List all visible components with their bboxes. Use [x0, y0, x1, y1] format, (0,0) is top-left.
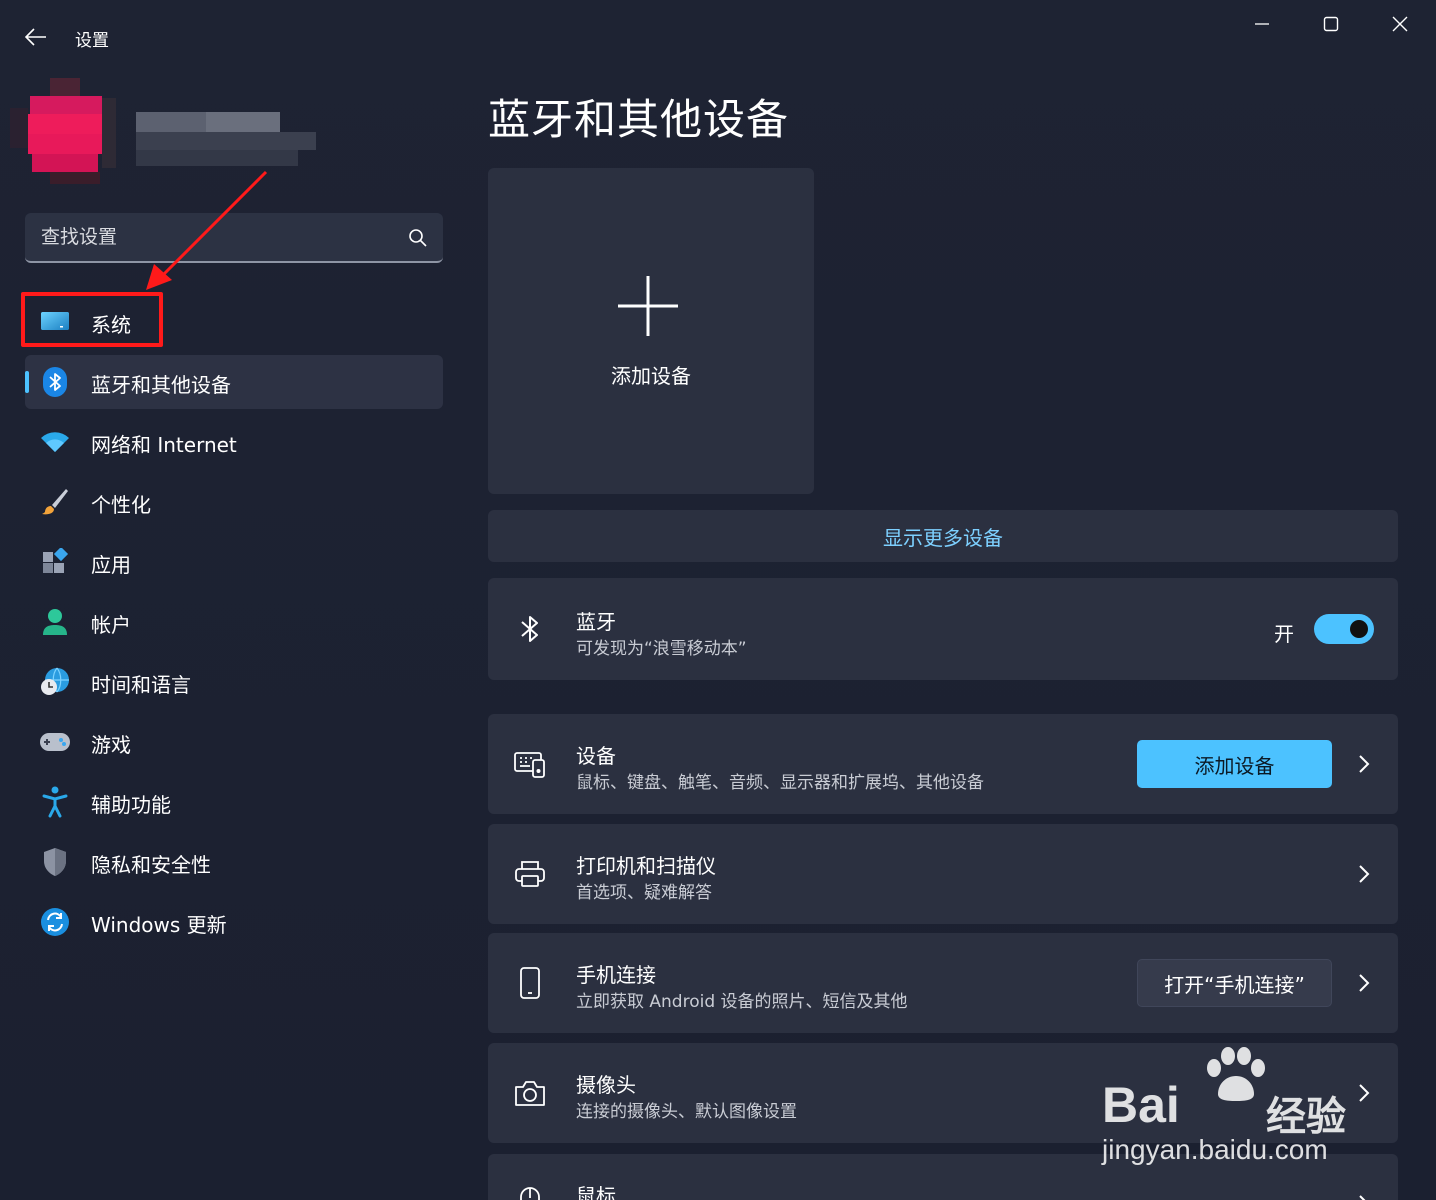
sidebar-item-time-language[interactable]: 时间和语言 — [25, 655, 443, 709]
sidebar-nav: 系统 蓝牙和其他设备 网络和 Internet 个性化 应用 帐户 时间和语言 … — [25, 295, 443, 955]
bluetooth-icon — [39, 367, 71, 397]
gamepad-icon — [39, 727, 71, 757]
bluetooth-title: 蓝牙 — [576, 610, 616, 634]
sidebar-item-privacy[interactable]: 隐私和安全性 — [25, 835, 443, 889]
add-device-button[interactable]: 添加设备 — [1137, 740, 1332, 788]
annotation-arrow — [146, 170, 268, 290]
shield-icon — [39, 847, 71, 877]
show-more-devices-button[interactable]: 显示更多设备 — [488, 510, 1398, 562]
sidebar-item-apps[interactable]: 应用 — [25, 535, 443, 589]
sidebar-item-label: 辅助功能 — [91, 793, 171, 817]
phone-icon — [512, 965, 548, 1001]
sidebar-item-label: 时间和语言 — [91, 673, 191, 697]
sidebar-item-accounts[interactable]: 帐户 — [25, 595, 443, 649]
chevron-right-icon — [1359, 755, 1370, 773]
wifi-icon — [39, 427, 71, 457]
sidebar-item-label: 应用 — [91, 553, 131, 577]
chevron-right-icon — [1359, 974, 1370, 992]
add-device-tile[interactable]: 添加设备 — [488, 168, 814, 494]
globe-clock-icon — [39, 667, 71, 697]
selection-indicator — [25, 371, 29, 393]
minimize-icon — [1255, 23, 1269, 25]
person-icon — [39, 607, 71, 637]
add-device-label: 添加设备 — [611, 364, 691, 388]
settings-window: 设置 系统 — [0, 0, 1436, 1200]
toggle-knob — [1350, 620, 1368, 638]
printers-card[interactable]: 打印机和扫描仪 首选项、疑难解答 — [488, 824, 1398, 924]
devices-title: 设备 — [576, 744, 616, 768]
camera-icon — [512, 1075, 548, 1111]
printers-title: 打印机和扫描仪 — [576, 854, 716, 878]
maximize-icon — [1323, 16, 1339, 32]
open-phone-link-button[interactable]: 打开“手机连接” — [1137, 959, 1332, 1007]
sidebar-item-bluetooth[interactable]: 蓝牙和其他设备 — [25, 355, 443, 409]
devices-subtitle: 鼠标、键盘、触笔、音频、显示器和扩展坞、其他设备 — [576, 773, 984, 793]
phone-link-card[interactable]: 手机连接 立即获取 Android 设备的照片、短信及其他 打开“手机连接” — [488, 933, 1398, 1033]
devices-icon — [512, 746, 548, 782]
sidebar-item-accessibility[interactable]: 辅助功能 — [25, 775, 443, 829]
toggle-state-label: 开 — [1274, 622, 1294, 646]
mouse-title: 鼠标 — [576, 1184, 616, 1200]
sidebar-item-network[interactable]: 网络和 Internet — [25, 415, 443, 469]
title-bar: 设置 — [0, 0, 1436, 72]
avatar[interactable] — [10, 78, 120, 186]
minimize-button[interactable] — [1232, 8, 1292, 40]
mouse-icon — [512, 1184, 548, 1200]
watermark-brand: Bai — [1102, 1077, 1180, 1133]
apps-icon — [39, 547, 71, 577]
sidebar-item-label: 蓝牙和其他设备 — [91, 373, 231, 397]
back-button[interactable] — [18, 22, 54, 52]
paw-logo-icon — [1207, 1047, 1265, 1101]
brush-icon — [39, 487, 71, 517]
sidebar-item-gaming[interactable]: 游戏 — [25, 715, 443, 769]
watermark-url: jingyan.baidu.com — [1102, 1134, 1328, 1165]
show-more-devices-label: 显示更多设备 — [883, 525, 1003, 550]
bluetooth-card: 蓝牙 可发现为“浪雪移动本” 开 — [488, 578, 1398, 680]
accessibility-icon — [39, 786, 71, 818]
close-button[interactable] — [1370, 8, 1430, 40]
phone-link-title: 手机连接 — [576, 963, 656, 987]
baidu-jingyan-watermark: Bai 经验 jingyan.baidu.com — [1100, 1040, 1390, 1170]
annotation-highlight-box — [21, 292, 163, 347]
update-icon — [39, 907, 71, 937]
search-icon[interactable] — [407, 227, 429, 249]
close-icon — [1392, 16, 1408, 32]
sidebar-item-label: Windows 更新 — [91, 913, 227, 937]
bluetooth-outline-icon — [512, 611, 548, 647]
user-name-redacted — [136, 112, 318, 168]
bluetooth-toggle[interactable] — [1314, 614, 1374, 644]
plus-icon — [618, 276, 678, 336]
sidebar-item-windows-update[interactable]: Windows 更新 — [25, 895, 443, 949]
page-title: 蓝牙和其他设备 — [488, 95, 790, 144]
arrow-left-icon — [25, 28, 46, 46]
sidebar-item-label: 帐户 — [91, 613, 131, 637]
sidebar-item-label: 网络和 Internet — [91, 433, 237, 457]
printers-subtitle: 首选项、疑难解答 — [576, 883, 712, 903]
app-title: 设置 — [75, 31, 109, 51]
chevron-right-icon — [1359, 865, 1370, 883]
camera-title: 摄像头 — [576, 1073, 636, 1097]
sidebar-item-personalization[interactable]: 个性化 — [25, 475, 443, 529]
sidebar-item-label: 隐私和安全性 — [91, 853, 211, 877]
chevron-right-icon — [1359, 1195, 1366, 1200]
phone-link-subtitle: 立即获取 Android 设备的照片、短信及其他 — [576, 992, 908, 1012]
maximize-button[interactable] — [1301, 8, 1361, 40]
sidebar-item-label: 游戏 — [91, 733, 131, 757]
camera-subtitle: 连接的摄像头、默认图像设置 — [576, 1102, 797, 1122]
sidebar-item-label: 个性化 — [91, 493, 151, 517]
bluetooth-subtitle: 可发现为“浪雪移动本” — [576, 639, 747, 659]
devices-card[interactable]: 设备 鼠标、键盘、触笔、音频、显示器和扩展坞、其他设备 添加设备 — [488, 714, 1398, 814]
printer-icon — [512, 856, 548, 892]
